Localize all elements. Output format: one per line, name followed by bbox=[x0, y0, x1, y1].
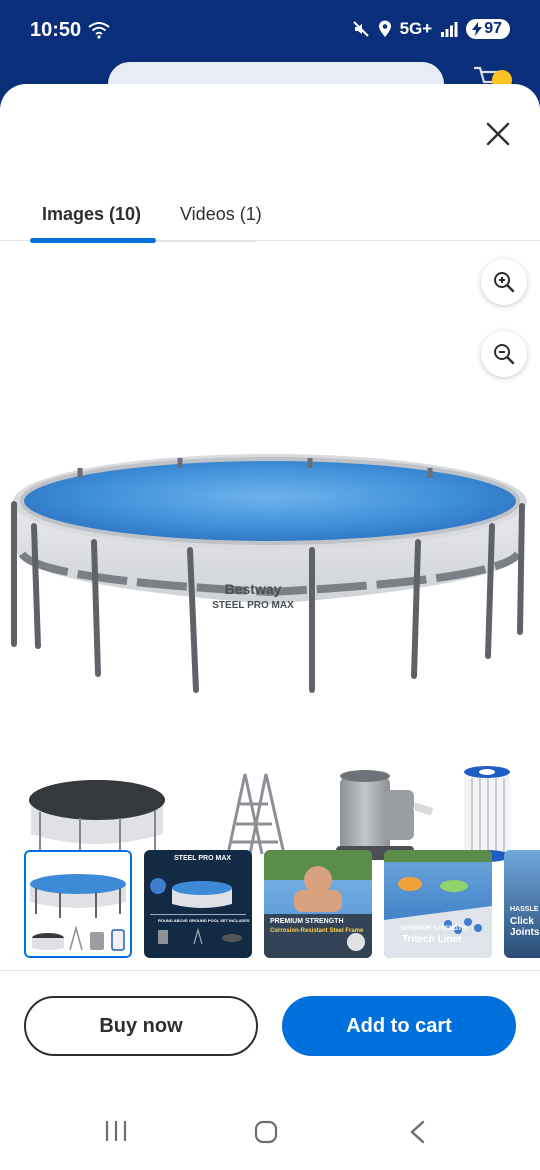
status-bar: 10:50 5G+ 97 bbox=[0, 0, 540, 62]
thumbnail-caption-title: SUPERIOR STRENGTH bbox=[400, 926, 467, 932]
network-label: 5G+ bbox=[399, 19, 433, 38]
add-to-cart-button[interactable]: Add to cart bbox=[282, 996, 516, 1056]
tab-images[interactable]: Images (10) bbox=[42, 204, 141, 225]
home-icon[interactable] bbox=[254, 1120, 278, 1144]
thumbnail-steel-pro-max-set[interactable]: STEEL PRO MAX ROUND ABOVE GROUND POOL SE… bbox=[144, 850, 252, 958]
location-icon bbox=[378, 20, 391, 37]
zoom-in-button[interactable] bbox=[481, 259, 527, 305]
thumbnail-pool-with-accessories[interactable] bbox=[24, 850, 132, 958]
actions-divider bbox=[0, 970, 540, 971]
thumbnail-premium-strength[interactable]: PREMIUM STRENGTH Corrosion-Resistant Ste… bbox=[264, 850, 372, 958]
thumbnail-caption-sub: Corrosion-Resistant Steel Frame bbox=[270, 928, 364, 934]
thumbnail-image bbox=[150, 878, 246, 945]
recent-apps-icon[interactable] bbox=[104, 1120, 128, 1142]
media-viewer-sheet: Images (10) Videos (1) Bestway STEEL PRO… bbox=[0, 84, 540, 1170]
thumbnail-caption-title: HASSLE bbox=[510, 906, 539, 913]
active-tab-indicator bbox=[30, 238, 156, 243]
tab-videos[interactable]: Videos (1) bbox=[180, 204, 262, 225]
status-right: 5G+ 97 bbox=[352, 19, 510, 39]
wifi-icon bbox=[88, 22, 110, 39]
model-logo-text: STEEL PRO MAX bbox=[212, 600, 294, 611]
thumbnail-image bbox=[264, 850, 372, 958]
buy-now-button[interactable]: Buy now bbox=[24, 996, 258, 1056]
battery-indicator: 97 bbox=[466, 19, 510, 39]
thumbnail-hassle-free[interactable]: HASSLE Click Joints bbox=[504, 850, 540, 958]
thumbnail-caption-sub: Click Joints bbox=[510, 916, 540, 938]
close-icon bbox=[486, 122, 510, 146]
charging-icon bbox=[472, 22, 483, 36]
android-nav-bar bbox=[0, 1094, 540, 1170]
back-icon[interactable] bbox=[408, 1120, 428, 1144]
status-time: 10:50 bbox=[30, 19, 82, 41]
thumbnail-caption-title: PREMIUM STRENGTH bbox=[270, 918, 344, 925]
media-tabs: Images (10) Videos (1) bbox=[0, 196, 540, 246]
thumbnail-image bbox=[26, 852, 130, 956]
thumbnail-strip: STEEL PRO MAX ROUND ABOVE GROUND POOL SE… bbox=[24, 850, 540, 958]
brand-logo-text: Bestway bbox=[225, 581, 282, 597]
battery-level: 97 bbox=[484, 20, 502, 37]
zoom-in-icon bbox=[494, 272, 515, 293]
thumbnail-caption-sub: Tritech Liner bbox=[402, 934, 463, 945]
product-image[interactable]: Bestway STEEL PRO MAX bbox=[0, 354, 540, 894]
signal-icon bbox=[441, 22, 458, 37]
thumbnail-superior-strength[interactable]: SUPERIOR STRENGTH Tritech Liner bbox=[384, 850, 492, 958]
mute-icon bbox=[352, 21, 369, 37]
close-button[interactable] bbox=[478, 114, 518, 154]
tabs-track bbox=[156, 240, 256, 242]
thumbnail-caption-sub: ROUND ABOVE GROUND POOL SET INCLUDES bbox=[158, 918, 250, 923]
